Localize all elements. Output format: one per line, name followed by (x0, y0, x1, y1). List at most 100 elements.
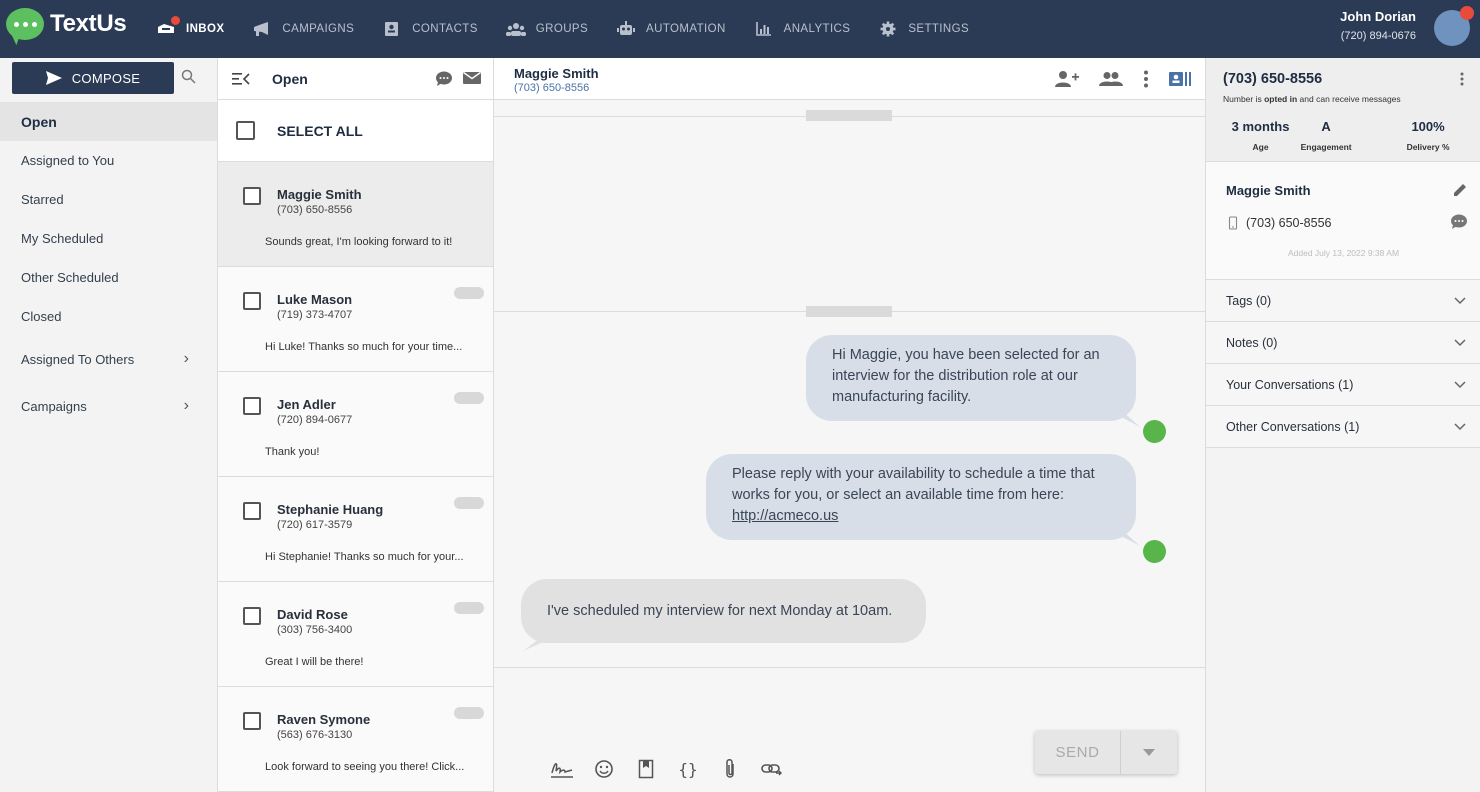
group-users-icon[interactable] (1099, 71, 1123, 87)
assign-user-icon[interactable] (1055, 70, 1079, 88)
contact-added-date: Added July 13, 2022 9:38 AM (1287, 248, 1400, 258)
chat-bubble-icon[interactable] (1450, 214, 1468, 230)
contact-details-panel: (703) 650-8556 Number is opted in and ca… (1205, 58, 1480, 792)
sidebar-item-my-scheduled[interactable]: My Scheduled (0, 219, 217, 258)
stat-engagement: A Engagement (1301, 119, 1352, 152)
conversation-contact-phone[interactable]: (703) 650-8556 (514, 82, 589, 94)
chevron-down-icon (1454, 380, 1466, 388)
mail-icon[interactable] (463, 71, 481, 85)
conversation-checkbox[interactable] (243, 607, 261, 625)
chevron-down-icon (1454, 338, 1466, 346)
timestamp-placeholder (454, 602, 484, 614)
conversation-list-header: Open (218, 58, 493, 100)
emoji-icon[interactable] (592, 758, 616, 780)
send-button[interactable]: SEND (1035, 731, 1121, 774)
accordion-label: Other Conversations (1) (1226, 419, 1360, 434)
nav-inbox-label: INBOX (186, 23, 225, 35)
conversation-item[interactable]: Maggie Smith (703) 650-8556 Sounds great… (218, 162, 493, 267)
more-options-icon[interactable] (1143, 70, 1149, 88)
sidebar-item-other-scheduled[interactable]: Other Scheduled (0, 258, 217, 297)
sidebar-item-campaigns[interactable]: Campaigns › (0, 382, 217, 430)
signature-icon[interactable] (550, 758, 574, 780)
nav-analytics[interactable]: ANALYTICS (754, 21, 851, 37)
collapse-sidebar-icon[interactable] (232, 72, 250, 86)
contact-card: Maggie Smith (703) 650-8556 Added July 1… (1206, 162, 1480, 280)
logo-text: TextUs (50, 10, 127, 37)
search-icon[interactable] (180, 68, 198, 86)
logo-chat-bubble-icon (6, 8, 44, 40)
sidebar-item-starred[interactable]: Starred (0, 180, 217, 219)
inbox-notification-dot (171, 16, 180, 25)
message-text: I've scheduled my interview for next Mon… (547, 603, 893, 619)
timestamp-placeholder (454, 497, 484, 509)
edit-pencil-icon[interactable] (1452, 182, 1468, 198)
conversation-item[interactable]: Luke Mason (719) 373-4707 Hi Luke! Thank… (218, 267, 493, 372)
conversation-checkbox[interactable] (243, 502, 261, 520)
stat-delivery: 100% Delivery % (1337, 119, 1480, 152)
message-link[interactable]: http://acmeco.us (732, 508, 838, 524)
contact-name[interactable]: Maggie Smith (1226, 183, 1311, 198)
nav-contacts-label: CONTACTS (412, 23, 478, 35)
sidebar-item-closed[interactable]: Closed (0, 297, 217, 336)
sidebar-item-assigned-to-you[interactable]: Assigned to You (0, 141, 217, 180)
select-all-label: SELECT ALL (277, 122, 363, 139)
groups-icon (505, 21, 526, 37)
user-info[interactable]: John Dorian (720) 894-0676 (1340, 9, 1416, 42)
conversation-checkbox[interactable] (243, 712, 261, 730)
personalization-braces-icon[interactable]: {} (676, 758, 700, 780)
conversation-contact-name: Jen Adler (277, 397, 336, 412)
stat-label: Delivery % (1406, 142, 1450, 152)
conversation-contact-name: Maggie Smith (277, 187, 362, 202)
conversation-checkbox[interactable] (243, 397, 261, 415)
conversation-item[interactable]: Stephanie Huang (720) 617-3579 Hi Stepha… (218, 477, 493, 582)
sidebar-item-label: Other Scheduled (21, 270, 119, 285)
sidebar-item-label: Open (21, 113, 57, 130)
conversation-snippet: Great I will be there! (265, 656, 364, 668)
send-options-dropdown[interactable] (1121, 731, 1177, 774)
conversation-item[interactable]: Raven Symone (563) 676-3130 Look forward… (218, 687, 493, 792)
chat-bubble-icon[interactable] (435, 71, 453, 87)
sidebar-item-label: Assigned to You (21, 153, 115, 168)
sidebar-item-label: Starred (21, 192, 64, 207)
conversation-snippet: Thank you! (265, 446, 320, 458)
nav-analytics-label: ANALYTICS (783, 23, 851, 35)
number-stats: 3 months Age A Engagement 100% Delivery … (1206, 119, 1480, 152)
sidebar-item-open[interactable]: Open (0, 102, 217, 141)
nav-campaigns[interactable]: CAMPAIGNS (252, 21, 354, 37)
accordion-your-conversations[interactable]: Your Conversations (1) (1206, 364, 1480, 406)
conversation-contact-phone: (563) 676-3130 (277, 729, 353, 741)
message-history-handle[interactable] (806, 306, 892, 317)
conversation-header: Maggie Smith (703) 650-8556 (494, 58, 1205, 100)
nav-settings[interactable]: SETTINGS (878, 21, 969, 37)
conversation-checkbox[interactable] (243, 187, 261, 205)
optin-status-text: Number is opted in and can receive messa… (1223, 94, 1401, 104)
select-all-row[interactable]: SELECT ALL (218, 100, 493, 162)
link-shortener-icon[interactable] (760, 758, 784, 780)
textus-logo[interactable]: TextUs (6, 8, 127, 40)
accordion-other-conversations[interactable]: Other Conversations (1) (1206, 406, 1480, 448)
nav-contacts[interactable]: CONTACTS (382, 21, 478, 37)
contact-details-toggle-icon[interactable] (1169, 71, 1191, 87)
conversation-snippet: Look forward to seeing you there! Click.… (265, 761, 465, 773)
compose-button[interactable]: COMPOSE (12, 62, 174, 94)
select-all-checkbox[interactable] (236, 121, 255, 140)
conversation-contact-name: Maggie Smith (514, 66, 599, 81)
more-options-icon[interactable] (1460, 72, 1464, 86)
template-icon[interactable] (634, 758, 658, 780)
megaphone-icon (252, 21, 272, 37)
nav-automation-label: AUTOMATION (646, 23, 726, 35)
accordion-tags[interactable]: Tags (0) (1206, 280, 1480, 322)
conversation-item[interactable]: Jen Adler (720) 894-0677 Thank you! (218, 372, 493, 477)
nav-groups[interactable]: GROUPS (505, 21, 588, 37)
main-nav: INBOX CAMPAIGNS CONTACTS GROUPS AUTOMATI… (156, 0, 997, 58)
sidebar-item-assigned-to-others[interactable]: Assigned To Others › (0, 336, 217, 382)
accordion-label: Tags (0) (1226, 293, 1272, 308)
accordion-notes[interactable]: Notes (0) (1206, 322, 1480, 364)
attachment-icon[interactable] (718, 758, 742, 780)
nav-inbox[interactable]: INBOX (156, 16, 225, 37)
conversation-checkbox[interactable] (243, 292, 261, 310)
conversation-item[interactable]: David Rose (303) 756-3400 Great I will b… (218, 582, 493, 687)
nav-automation[interactable]: AUTOMATION (616, 21, 726, 37)
conversation-snippet: Hi Stephanie! Thanks so much for your... (265, 551, 464, 563)
contact-phone-row: (703) 650-8556 (1228, 216, 1331, 230)
